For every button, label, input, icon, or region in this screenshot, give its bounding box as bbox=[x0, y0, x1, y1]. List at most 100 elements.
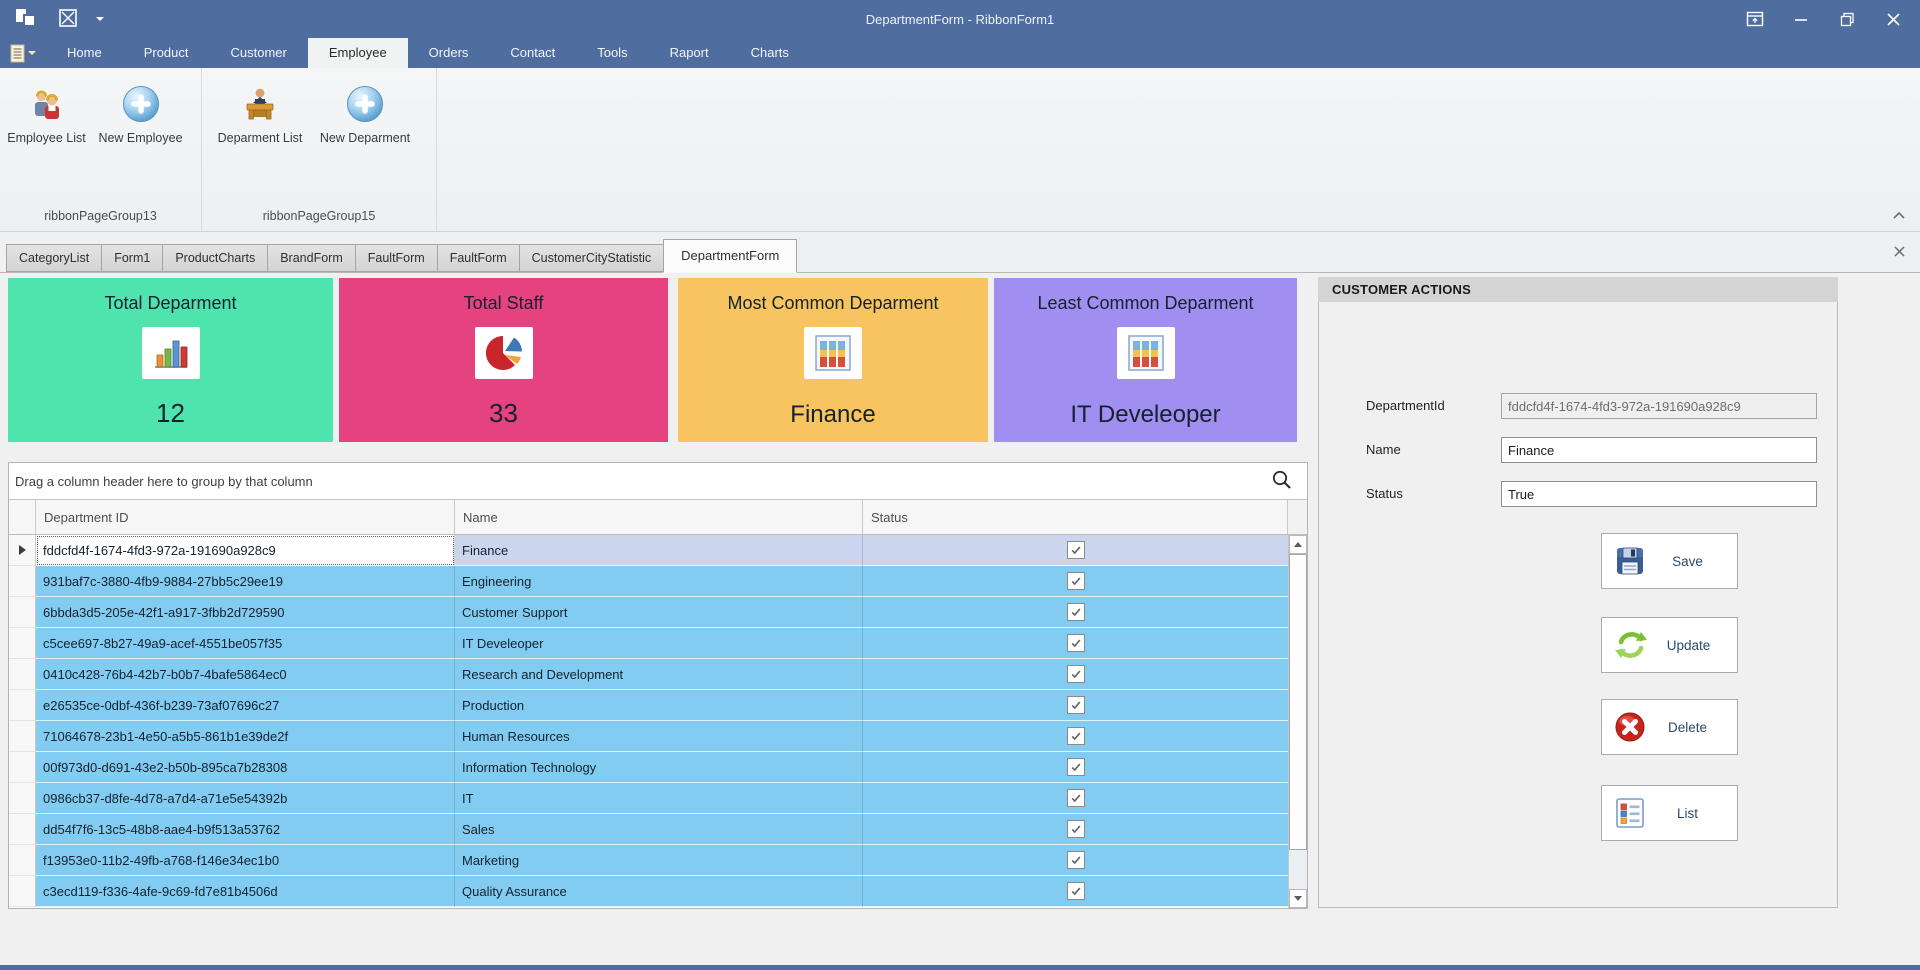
table-row[interactable]: 6bbda3d5-205e-42f1-a917-3fbb2d729590Cust… bbox=[9, 597, 1307, 628]
status-checkbox[interactable] bbox=[1067, 758, 1085, 776]
status-checkbox[interactable] bbox=[1067, 665, 1085, 683]
refresh-icon bbox=[1614, 629, 1648, 661]
scroll-down-icon[interactable] bbox=[1289, 889, 1307, 908]
document-close-icon[interactable] bbox=[1893, 245, 1906, 261]
status-checkbox[interactable] bbox=[1067, 851, 1085, 869]
row-indicator bbox=[9, 876, 36, 907]
employee-list-button[interactable]: Employee List bbox=[7, 84, 87, 146]
kpi-card-least-common-department: Least Common Deparment IT Develeoper bbox=[994, 278, 1297, 442]
column-header-name[interactable]: Name bbox=[455, 500, 863, 534]
app-logo-icon bbox=[14, 6, 40, 33]
grid-body: fddcfd4f-1674-4fd3-972a-191690a928c9Fina… bbox=[9, 535, 1307, 908]
table-row[interactable]: c3ecd119-f336-4afe-9c69-fd7e81b4506dQual… bbox=[9, 876, 1307, 907]
header-indicator bbox=[9, 500, 36, 534]
ribbon-tab-employee[interactable]: Employee bbox=[308, 38, 408, 68]
ribbon-tab-strip: HomeProductCustomerEmployeeOrdersContact… bbox=[46, 38, 810, 68]
ribbon-tab-contact[interactable]: Contact bbox=[489, 38, 576, 68]
update-button[interactable]: Update bbox=[1601, 617, 1738, 673]
new-employee-button[interactable]: New Employee bbox=[87, 84, 195, 146]
cell-status bbox=[863, 690, 1307, 721]
group-panel-text: Drag a column header here to group by th… bbox=[15, 474, 313, 489]
status-checkbox[interactable] bbox=[1067, 727, 1085, 745]
window-bottom-border bbox=[0, 965, 1920, 970]
close-button[interactable] bbox=[1870, 0, 1916, 38]
cell-status bbox=[863, 628, 1307, 659]
quick-access-dropdown-icon[interactable] bbox=[96, 17, 104, 21]
new-department-label: New Deparment bbox=[320, 130, 410, 146]
list-icon bbox=[1614, 797, 1646, 829]
doc-tab-faultform[interactable]: FaultForm bbox=[437, 244, 520, 272]
scroll-up-icon[interactable] bbox=[1289, 535, 1307, 554]
doc-tab-categorylist[interactable]: CategoryList bbox=[6, 244, 102, 272]
status-checkbox[interactable] bbox=[1067, 634, 1085, 652]
doc-tab-productcharts[interactable]: ProductCharts bbox=[162, 244, 268, 272]
name-field[interactable] bbox=[1501, 437, 1817, 463]
table-row[interactable]: 0410c428-76b4-42b7-b0b7-4bafe5864ec0Rese… bbox=[9, 659, 1307, 690]
minimize-button[interactable] bbox=[1778, 0, 1824, 38]
table-row[interactable]: 0986cb37-d8fe-4d78-a7d4-a71e5e54392bIT bbox=[9, 783, 1307, 814]
ribbon-tab-customer[interactable]: Customer bbox=[210, 38, 308, 68]
cell-department-id: 6bbda3d5-205e-42f1-a917-3fbb2d729590 bbox=[36, 597, 455, 628]
status-field[interactable] bbox=[1501, 481, 1817, 507]
department-id-field[interactable] bbox=[1501, 393, 1817, 419]
status-checkbox[interactable] bbox=[1067, 882, 1085, 900]
search-icon[interactable] bbox=[1271, 469, 1293, 494]
ribbon-group-15: Deparment List New Deparment ribbonPag bbox=[202, 68, 437, 231]
doc-tab-form1[interactable]: Form1 bbox=[101, 244, 163, 272]
doc-tab-faultform[interactable]: FaultForm bbox=[355, 244, 438, 272]
status-checkbox[interactable] bbox=[1067, 603, 1085, 621]
ribbon-display-options-button[interactable] bbox=[1732, 0, 1778, 38]
column-header-status[interactable]: Status bbox=[863, 500, 1288, 534]
cell-department-id: 00f973d0-d691-43e2-b50b-895ca7b28308 bbox=[36, 752, 455, 783]
status-checkbox[interactable] bbox=[1067, 820, 1085, 838]
table-row[interactable]: f13953e0-11b2-49fb-a768-f146e34ec1b0Mark… bbox=[9, 845, 1307, 876]
list-button[interactable]: List bbox=[1601, 785, 1738, 841]
cell-name: Marketing bbox=[455, 845, 863, 876]
cell-department-id: c5cee697-8b27-49a9-acef-4551be057f35 bbox=[36, 628, 455, 659]
table-row[interactable]: e26535ce-0dbf-436f-b239-73af07696c27Prod… bbox=[9, 690, 1307, 721]
status-checkbox[interactable] bbox=[1067, 789, 1085, 807]
table-row[interactable]: 71064678-23b1-4e50-a5b5-861b1e39de2fHuma… bbox=[9, 721, 1307, 752]
grid-group-panel[interactable]: Drag a column header here to group by th… bbox=[9, 463, 1307, 500]
ribbon-collapse-icon[interactable] bbox=[1892, 208, 1906, 223]
document-tab-bar: CategoryListForm1ProductChartsBrandFormF… bbox=[0, 232, 1920, 273]
cell-status bbox=[863, 783, 1307, 814]
ribbon-tab-product[interactable]: Product bbox=[123, 38, 210, 68]
grid-vertical-scrollbar[interactable] bbox=[1288, 535, 1307, 908]
ribbon-tab-orders[interactable]: Orders bbox=[408, 38, 490, 68]
column-header-department-id[interactable]: Department ID bbox=[36, 500, 455, 534]
quick-access-xbox-icon[interactable] bbox=[58, 8, 78, 31]
department-grid: Drag a column header here to group by th… bbox=[8, 462, 1308, 909]
table-row[interactable]: fddcfd4f-1674-4fd3-972a-191690a928c9Fina… bbox=[9, 535, 1307, 566]
save-button[interactable]: Save bbox=[1601, 533, 1738, 589]
new-department-button[interactable]: New Deparment bbox=[306, 84, 424, 146]
doc-tab-departmentform[interactable]: DepartmentForm bbox=[663, 239, 797, 273]
status-checkbox[interactable] bbox=[1067, 572, 1085, 590]
row-indicator bbox=[9, 814, 36, 845]
restore-button[interactable] bbox=[1824, 0, 1870, 38]
main-menu-button[interactable] bbox=[0, 38, 46, 68]
ribbon-tab-tools[interactable]: Tools bbox=[576, 38, 648, 68]
cell-status bbox=[863, 814, 1307, 845]
kpi-title: Least Common Deparment bbox=[1037, 293, 1253, 314]
status-checkbox[interactable] bbox=[1067, 541, 1085, 559]
header-scroll-spacer bbox=[1288, 500, 1307, 534]
cell-name: Finance bbox=[455, 535, 863, 566]
delete-button[interactable]: Delete bbox=[1601, 699, 1738, 755]
table-row[interactable]: 00f973d0-d691-43e2-b50b-895ca7b28308Info… bbox=[9, 752, 1307, 783]
selected-row-arrow-icon bbox=[19, 545, 26, 555]
department-list-button[interactable]: Deparment List bbox=[214, 84, 306, 146]
scrollbar-thumb[interactable] bbox=[1289, 554, 1307, 850]
doc-tab-brandform[interactable]: BrandForm bbox=[267, 244, 356, 272]
table-row[interactable]: c5cee697-8b27-49a9-acef-4551be057f35IT D… bbox=[9, 628, 1307, 659]
ribbon-tab-raport[interactable]: Raport bbox=[649, 38, 730, 68]
ribbon-tab-charts[interactable]: Charts bbox=[730, 38, 810, 68]
doc-tab-customercitystatistic[interactable]: CustomerCityStatistic bbox=[519, 244, 664, 272]
kpi-value: Finance bbox=[790, 401, 875, 429]
status-checkbox[interactable] bbox=[1067, 696, 1085, 714]
table-row[interactable]: 931baf7c-3880-4fb9-9884-27bb5c29ee19Engi… bbox=[9, 566, 1307, 597]
department-list-label: Deparment List bbox=[218, 130, 303, 146]
ribbon-tab-home[interactable]: Home bbox=[46, 38, 123, 68]
delete-label: Delete bbox=[1646, 720, 1729, 735]
table-row[interactable]: dd54f7f6-13c5-48b8-aae4-b9f513a53762Sale… bbox=[9, 814, 1307, 845]
